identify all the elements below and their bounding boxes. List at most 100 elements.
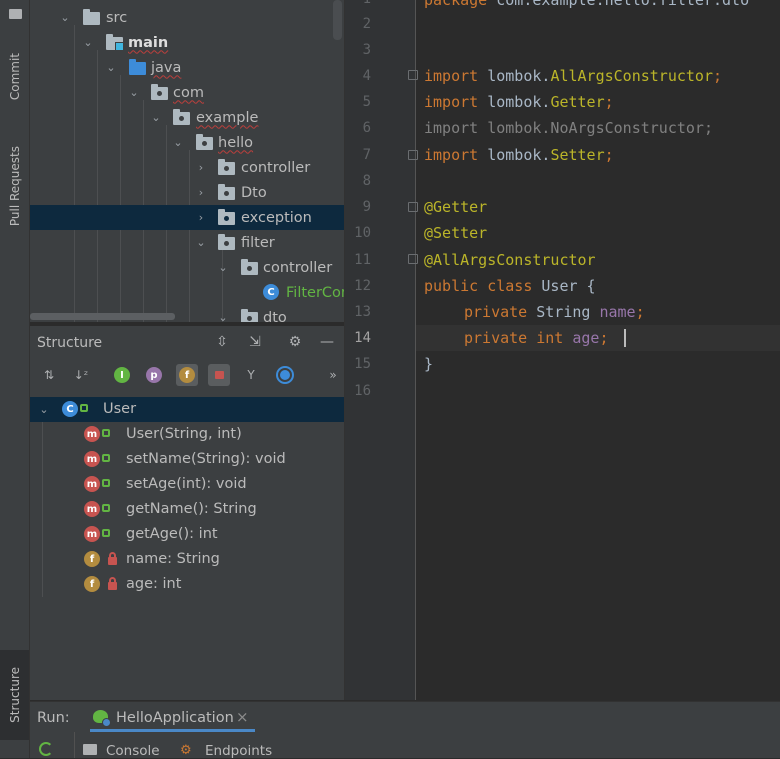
project-horizontal-scrollbar[interactable] (30, 313, 175, 320)
chevron-right-icon[interactable]: › (195, 186, 207, 199)
run-config-tab[interactable]: HelloApplication × (90, 702, 255, 732)
structure-member[interactable]: m getName(): String (30, 497, 344, 522)
structure-tab[interactable]: Structure (0, 650, 29, 740)
pull-requests-tab[interactable]: Pull Requests (0, 130, 29, 242)
minimize-icon[interactable]: — (319, 334, 335, 350)
show-anonymous-icon[interactable]: Y (240, 364, 262, 386)
line-number: 5 (362, 94, 371, 110)
chevron-right-icon[interactable]: › (195, 161, 207, 174)
code-token: age (572, 329, 600, 347)
code-line: private int age; (464, 325, 609, 351)
sort-alphabetically-icon[interactable]: ↓ᶻ (70, 364, 92, 386)
tree-item-java[interactable]: ⌄ java (30, 55, 344, 80)
chevron-down-icon[interactable]: ⌄ (217, 261, 229, 274)
endpoints-icon: ⚙ (180, 743, 192, 758)
code-token: AllArgsConstructor (550, 67, 713, 85)
tab-console[interactable]: Console (106, 743, 160, 759)
chevron-down-icon[interactable]: ⌄ (59, 11, 71, 24)
fold-marker-icon[interactable] (408, 254, 418, 264)
tree-item-label: src (106, 9, 128, 26)
code-line-unused-import: import lombok.NoArgsConstructor; (424, 119, 713, 137)
code-token: lombok. (487, 146, 551, 164)
chevron-down-icon[interactable]: ⌄ (172, 136, 184, 149)
tree-item-filter[interactable]: ⌄ filter (30, 230, 344, 255)
tree-item-filter-controller[interactable]: ⌄ controller (30, 255, 344, 280)
code-token: package (424, 0, 497, 9)
commit-tab[interactable]: Commit (0, 38, 29, 116)
tree-item-example[interactable]: ⌄ example (30, 105, 344, 130)
tree-item-src[interactable]: ⌄ src (30, 5, 344, 30)
structure-member[interactable]: m setName(String): void (30, 447, 344, 472)
structure-member[interactable]: f age: int (30, 572, 344, 597)
structure-panel: Structure ⇳ ⇲ ⚙ — ⇅ ↓ᶻ I p f Y » ⌄ C Use… (30, 326, 344, 700)
structure-member[interactable]: m getAge(): int (30, 522, 344, 547)
tree-item-filtercontroller-file[interactable]: C FilterCon (30, 280, 344, 305)
code-token: import (424, 93, 488, 111)
code-token: private int (464, 329, 573, 347)
code-token: com.example.hello.filter.dto (496, 0, 750, 9)
chevron-right-icon[interactable]: › (195, 211, 207, 224)
code-token: String (536, 303, 600, 321)
line-number: 3 (362, 42, 371, 58)
tree-item-label: filter (241, 234, 275, 251)
chevron-down-icon[interactable]: ⌄ (82, 36, 94, 49)
public-icon (102, 454, 110, 462)
structure-member[interactable]: f name: String (30, 547, 344, 572)
package-icon (173, 109, 190, 125)
run-subtoolbar: Console ⚙ Endpoints (30, 732, 780, 759)
project-vertical-scrollbar[interactable] (333, 0, 342, 40)
chevron-down-icon[interactable]: ⌄ (195, 236, 207, 249)
package-icon (218, 159, 235, 175)
fold-marker-icon[interactable] (408, 70, 418, 80)
code-line: import lombok.Setter; (424, 142, 614, 168)
show-fields-icon[interactable]: f (176, 364, 198, 386)
tree-item-exception[interactable]: › exception (30, 205, 344, 230)
tree-item-main[interactable]: ⌄ main (30, 30, 344, 55)
structure-root-user[interactable]: ⌄ C User (30, 397, 344, 422)
more-options-icon[interactable]: » (322, 364, 344, 386)
code-line: } (424, 355, 434, 373)
package-icon (241, 309, 258, 322)
structure-item-label: setAge(int): void (126, 476, 247, 492)
chevron-down-icon[interactable]: ⌄ (217, 311, 229, 322)
fold-marker-icon[interactable] (408, 150, 418, 160)
chevron-down-icon[interactable]: ⌄ (105, 61, 117, 74)
show-non-public-icon[interactable] (208, 364, 230, 386)
project-tree: ⌄ src ⌄ main ⌄ java ⌄ com ⌄ example ⌄ he… (30, 0, 344, 322)
chevron-down-icon[interactable]: ⌄ (128, 86, 140, 99)
rerun-icon[interactable] (39, 742, 53, 756)
tree-item-dto-upper[interactable]: › Dto (30, 180, 344, 205)
tab-endpoints[interactable]: Endpoints (205, 743, 272, 759)
show-inherited-icon[interactable]: I (111, 364, 133, 386)
pull-requests-tab-label: Pull Requests (7, 145, 22, 227)
expand-all-icon[interactable]: ⇳ (214, 334, 230, 350)
tree-item-label: FilterCon (286, 284, 344, 301)
chevron-down-icon[interactable]: ⌄ (38, 403, 50, 416)
tree-item-hello[interactable]: ⌄ hello (30, 130, 344, 155)
fold-marker-icon[interactable] (408, 202, 418, 212)
tree-item-label: java (151, 59, 182, 76)
close-icon[interactable]: × (236, 708, 249, 726)
show-properties-icon[interactable]: p (143, 364, 165, 386)
console-icon (83, 744, 97, 755)
class-icon: C (62, 401, 78, 417)
sort-by-visibility-icon[interactable]: ⇅ (38, 364, 60, 386)
text-caret (624, 329, 626, 347)
chevron-down-icon[interactable]: ⌄ (150, 111, 162, 124)
code-token: name (599, 303, 636, 321)
java-source-folder-icon (129, 59, 146, 75)
line-number: 11 (354, 252, 371, 268)
collapse-all-icon[interactable]: ⇲ (247, 334, 263, 350)
gear-icon[interactable]: ⚙ (287, 334, 303, 350)
run-config-name: HelloApplication (116, 710, 234, 726)
code-editor[interactable]: 1 2 3 4 5 6 7 8 9 10 11 12 13 14 15 16 p… (345, 0, 780, 700)
code-line: import lombok.AllArgsConstructor; (424, 63, 722, 89)
tree-item-controller[interactable]: › controller (30, 155, 344, 180)
project-icon[interactable] (9, 9, 22, 19)
code-line: package com.example.hello.filter.dto (424, 0, 749, 13)
tree-item-com[interactable]: ⌄ com (30, 80, 344, 105)
source-root-folder-icon (106, 34, 124, 51)
show-lambdas-icon[interactable] (274, 364, 296, 386)
structure-member[interactable]: m User(String, int) (30, 422, 344, 447)
structure-member[interactable]: m setAge(int): void (30, 472, 344, 497)
